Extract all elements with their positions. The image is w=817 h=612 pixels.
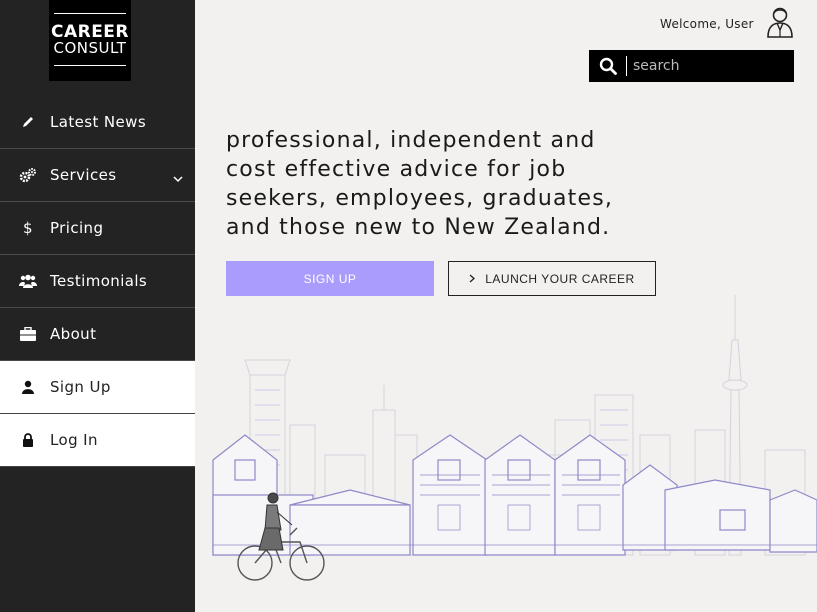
lock-icon (19, 431, 37, 449)
search-icon[interactable] (599, 57, 617, 75)
sidebar-item-log-in[interactable]: Log In (0, 414, 195, 467)
logo-rule (54, 13, 126, 14)
sidebar-item-about[interactable]: About (0, 308, 195, 361)
welcome-text: Welcome, User (660, 17, 754, 31)
users-icon (19, 272, 37, 290)
cogs-icon (19, 166, 37, 184)
sidebar-item-label: Sign Up (50, 378, 111, 396)
cityscape-illustration (212, 295, 817, 581)
logo-rule (54, 65, 126, 66)
chevron-down-icon[interactable] (173, 170, 183, 183)
logo[interactable]: CAREER CONSULT (49, 0, 131, 81)
dollar-icon: $ (23, 219, 33, 237)
sidebar-item-label: About (50, 325, 97, 343)
pencil-icon (19, 113, 37, 131)
sidebar-item-pricing[interactable]: $ Pricing (0, 202, 195, 255)
sidebar-item-label: Pricing (50, 219, 104, 237)
hero-headline: professional, independent and cost effec… (226, 128, 614, 240)
logo-line-2: CONSULT (53, 39, 127, 57)
user-avatar-icon[interactable] (766, 6, 794, 38)
sidebar-item-services[interactable]: Services (0, 149, 195, 202)
briefcase-icon (19, 325, 37, 343)
user-icon (19, 378, 37, 396)
sidebar-item-label: Latest News (50, 113, 147, 131)
search-input[interactable] (633, 56, 783, 76)
sidebar-item-label: Testimonials (50, 272, 148, 290)
sidebar-item-label: Log In (50, 431, 98, 449)
sidebar-item-label: Services (50, 166, 117, 184)
search-bar (589, 50, 794, 82)
sidebar: CAREER CONSULT Latest News Services $ Pr… (0, 0, 195, 612)
sidebar-item-testimonials[interactable]: Testimonials (0, 255, 195, 308)
sidebar-item-sign-up[interactable]: Sign Up (0, 361, 195, 414)
search-divider (626, 56, 627, 76)
sidebar-nav: Latest News Services $ Pricing Testimoni… (0, 96, 195, 467)
sidebar-item-latest-news[interactable]: Latest News (0, 96, 195, 149)
